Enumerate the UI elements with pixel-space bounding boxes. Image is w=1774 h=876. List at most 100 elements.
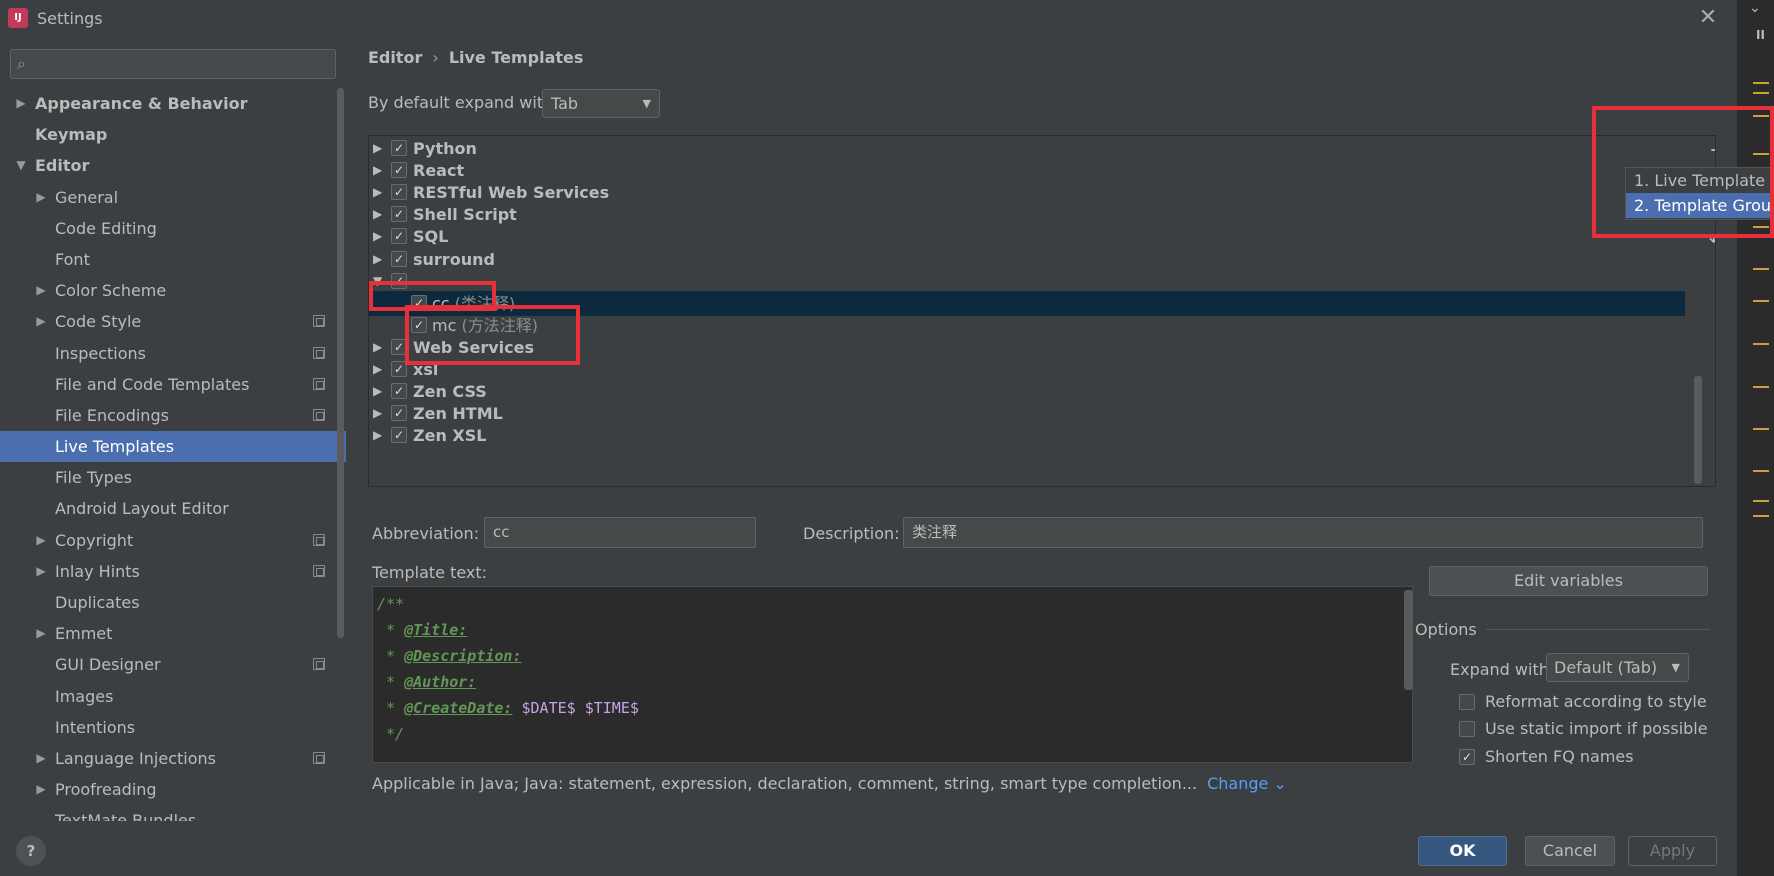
template-checkbox[interactable]: ✓ xyxy=(391,140,407,156)
edit-variables-button[interactable]: Edit variables xyxy=(1429,566,1708,596)
expand-arrow-icon[interactable]: ▶ xyxy=(34,182,48,213)
expand-arrow-icon[interactable]: ▶ xyxy=(373,335,382,360)
template-group-row[interactable]: ▶ ✓ React xyxy=(369,158,1685,183)
template-group-row[interactable]: ▶ ✓ Zen HTML xyxy=(369,401,1685,426)
sidebar-item[interactable]: ▶ Language Injections xyxy=(0,743,346,774)
sidebar-item[interactable]: Duplicates xyxy=(0,587,346,618)
sidebar-item[interactable]: File Encodings xyxy=(0,400,346,431)
template-checkbox[interactable]: ✓ xyxy=(391,206,407,223)
sidebar-item[interactable]: File Types xyxy=(0,462,346,493)
template-group-row[interactable]: ▶ ✓ SQL xyxy=(369,224,1685,249)
template-group-row[interactable]: ▶ ✓ surround xyxy=(369,247,1685,272)
project-scope-icon xyxy=(313,533,325,546)
help-icon[interactable]: ? xyxy=(16,836,46,866)
sidebar-item[interactable]: Intentions xyxy=(0,712,346,743)
scroll-marker xyxy=(1753,92,1769,94)
settings-tree: ▶ Appearance & Behavior Keymap ▼ Editor ▶ Gene… xyxy=(0,88,346,821)
abbreviation-field[interactable]: cc xyxy=(484,517,756,548)
expand-arrow-icon[interactable]: ▶ xyxy=(34,525,48,556)
sidebar-item[interactable]: ▼ Editor xyxy=(0,150,346,181)
sidebar-item[interactable]: ▶ Inlay Hints xyxy=(0,556,346,587)
sidebar-item-label: TextMate Bundles xyxy=(55,811,197,821)
sidebar-scrollbar[interactable] xyxy=(337,88,344,638)
sidebar-item-label: Language Injections xyxy=(55,748,216,768)
sidebar-item[interactable]: ▶ General xyxy=(0,182,346,213)
ok-button[interactable]: OK xyxy=(1418,836,1507,866)
expand-arrow-icon[interactable]: ▶ xyxy=(373,158,382,183)
cancel-button[interactable]: Cancel xyxy=(1525,836,1615,866)
template-text-editor[interactable]: /** * @Title: * @Description: * @Author:… xyxy=(372,586,1413,763)
apply-button[interactable]: Apply xyxy=(1628,836,1717,866)
template-text-line: */ xyxy=(377,725,405,743)
template-checkbox[interactable]: ✓ xyxy=(391,405,407,422)
template-checkbox[interactable]: ✓ xyxy=(391,162,407,179)
static-import-checkbox[interactable] xyxy=(1459,721,1475,737)
sidebar-item-label: Font xyxy=(55,249,90,269)
expand-arrow-icon[interactable]: ▶ xyxy=(14,88,28,119)
template-checkbox[interactable]: ✓ xyxy=(391,427,407,444)
expand-arrow-icon[interactable]: ▶ xyxy=(373,202,382,227)
sidebar-item[interactable]: ▶ Copyright xyxy=(0,525,346,556)
sidebar-item[interactable]: Inspections xyxy=(0,338,346,369)
expand-arrow-icon[interactable]: ▶ xyxy=(373,247,382,272)
editor-scrollbar[interactable] xyxy=(1404,590,1413,690)
expand-arrow-icon[interactable]: ▶ xyxy=(34,743,48,774)
sidebar-item[interactable]: ▶ Color Scheme xyxy=(0,275,346,306)
template-group-row[interactable]: ▶ ✓ Zen XSL xyxy=(369,423,1685,448)
scroll-marker xyxy=(1753,268,1769,270)
sidebar-item[interactable]: Font xyxy=(0,244,346,275)
sidebar-item[interactable]: ▶ Appearance & Behavior xyxy=(0,88,346,119)
sidebar-item[interactable]: Live Templates xyxy=(0,431,346,463)
expand-arrow-icon[interactable]: ▶ xyxy=(373,224,382,249)
template-group-row[interactable]: ▼ ✓ xyxy=(369,269,1685,294)
expand-arrow-icon[interactable]: ▶ xyxy=(373,180,382,205)
expand-arrow-icon[interactable]: ▶ xyxy=(373,136,382,161)
description-field[interactable]: 类注释 xyxy=(903,517,1703,548)
expand-arrow-icon[interactable]: ▶ xyxy=(34,774,48,805)
reformat-checkbox[interactable] xyxy=(1459,694,1475,710)
template-checkbox[interactable]: ✓ xyxy=(391,250,407,267)
chevron-down-icon: ▼ xyxy=(642,97,651,110)
sidebar-item[interactable]: GUI Designer xyxy=(0,649,346,680)
template-checkbox[interactable]: ✓ xyxy=(391,383,407,400)
expand-arrow-icon[interactable]: ▶ xyxy=(34,618,48,649)
template-group-row[interactable]: ▶ ✓ Shell Script xyxy=(369,202,1685,227)
shorten-fq-checkbox[interactable]: ✓ xyxy=(1459,749,1475,765)
sidebar-item-label: Emmet xyxy=(55,624,113,644)
sidebar-item[interactable]: Images xyxy=(0,681,346,712)
change-link[interactable]: Change ⌄ xyxy=(1207,774,1287,793)
template-group-row[interactable]: ▶ ✓ RESTful Web Services xyxy=(369,180,1685,205)
sidebar-item[interactable]: ▶ Emmet xyxy=(0,618,346,649)
sidebar-item[interactable]: ▶ Proofreading xyxy=(0,774,346,805)
template-checkbox[interactable]: ✓ xyxy=(391,228,407,245)
expand-arrow-icon[interactable]: ▶ xyxy=(373,401,382,426)
sidebar-item[interactable]: Keymap xyxy=(0,119,346,150)
sidebar-item[interactable]: Code Editing xyxy=(0,213,346,244)
sidebar-item[interactable]: File and Code Templates xyxy=(0,369,346,400)
template-group-row[interactable]: ▶ ✓ Python xyxy=(369,136,1685,161)
expand-arrow-icon[interactable]: ▶ xyxy=(373,379,382,404)
expand-arrow-icon[interactable]: ▶ xyxy=(34,275,48,306)
expand-arrow-icon[interactable]: ▶ xyxy=(34,556,48,587)
expand-arrow-icon[interactable]: ▶ xyxy=(34,306,48,337)
breadcrumb-parent[interactable]: Editor xyxy=(368,48,422,67)
expand-arrow-icon[interactable]: ▶ xyxy=(373,423,382,448)
sidebar-item[interactable]: ▶ Code Style xyxy=(0,306,346,337)
options-expand-select[interactable]: Default (Tab) ▼ xyxy=(1546,653,1689,682)
search-input[interactable]: ⌕ xyxy=(10,49,336,79)
chevron-down-icon: ▼ xyxy=(1671,661,1680,674)
expand-arrow-icon[interactable]: ▶ xyxy=(373,357,382,382)
sidebar-item[interactable]: TextMate Bundles xyxy=(0,805,346,821)
close-icon[interactable]: ✕ xyxy=(1696,6,1720,30)
collapse-arrow-icon[interactable]: ▼ xyxy=(14,150,28,181)
static-import-label: Use static import if possible xyxy=(1485,719,1708,738)
sidebar-item-label: Proofreading xyxy=(55,780,157,800)
template-group-row[interactable]: ▶ ✓ Zen CSS xyxy=(369,379,1685,404)
template-checkbox[interactable]: ✓ xyxy=(391,184,407,201)
sidebar-item-label: File Encodings xyxy=(55,405,169,425)
templates-scrollbar[interactable] xyxy=(1694,376,1702,484)
sidebar-item[interactable]: Android Layout Editor xyxy=(0,493,346,524)
template-group-label: Zen XSL xyxy=(413,426,487,446)
bottom-bar: ? OK Cancel Apply xyxy=(0,821,1737,876)
expand-with-select[interactable]: Tab ▼ xyxy=(542,89,660,118)
